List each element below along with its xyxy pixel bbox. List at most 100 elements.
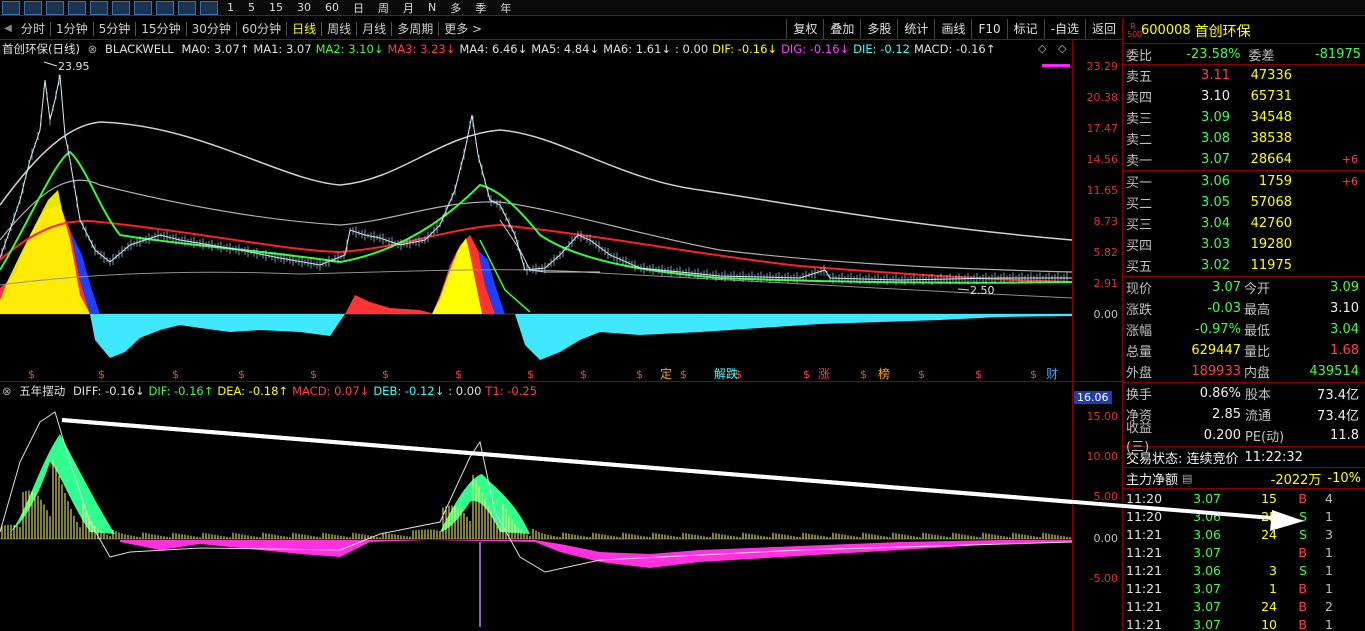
axis-label: 0.00 [1093,532,1119,545]
legend-item: DEB: -0.12↓ [373,384,445,398]
stock-header[interactable]: R 500 600008 首创环保 [1123,18,1365,44]
book-label: 卖一 [1126,154,1153,169]
book-row[interactable]: 卖二 3.08 38538 [1123,128,1365,149]
toolbar-icon[interactable] [134,0,152,15]
period-tab[interactable]: 多周期 [392,19,438,39]
event-mark: $ [918,368,925,381]
period-tab[interactable]: 60分钟 [237,19,286,39]
period-tab[interactable]: 分时 [16,19,50,39]
book-row[interactable]: 买一 3.06 1759 +6 [1123,171,1365,192]
collapse-icon[interactable]: ⊗ [2,384,12,398]
collapse-icon[interactable]: ⊗ [88,42,98,56]
event-mark: $ [1030,368,1037,381]
tick-row: 11:21 3.07 1 B 1 [1126,580,1333,596]
price-line [0,74,1072,281]
book-row[interactable]: 买五 3.02 11975 [1123,255,1365,276]
book-volume: 65731 [1250,89,1292,104]
toolbar-item[interactable]: 15 [269,1,283,14]
tool-button[interactable]: 多股 [860,18,897,39]
peak-label: 23.95 [58,60,90,73]
book-price: 3.03 [1201,237,1230,252]
toolbar-item[interactable]: 日 [353,0,364,15]
fund-row: 收益(三) 0.200 PE(动) 11.8 [1126,420,1359,455]
toolbar-item[interactable]: 60 [325,1,339,14]
quote-row: 涨幅 -0.97% 最低 3.04 [1126,322,1359,339]
toolbar-item[interactable]: 季 [475,0,486,15]
book-row[interactable]: 买三 3.04 42760 [1123,213,1365,234]
toolbar-icon[interactable] [68,0,86,15]
indicator-chart-canvas [0,411,1072,627]
tool-button[interactable]: 叠加 [823,18,860,39]
period-tab[interactable]: 5分钟 [94,19,136,39]
tool-button[interactable]: -自选 [1043,18,1085,39]
period-tab[interactable]: 月线 [357,19,391,39]
toolbar-icon[interactable] [178,0,196,15]
main-price-chart[interactable]: 首创环保(日线) ⊗ BLACKWELL MA0: 3.07↑ MA1: 3.07… [0,40,1122,382]
book-volume: 28664 [1250,152,1292,167]
ma-white-upper [0,121,1072,241]
drag-handle-icon[interactable]: ◀ [0,19,16,39]
event-mark: $ [636,368,643,381]
book-volume: 19280 [1250,237,1292,252]
legend-item: MACD: 0.07↓ [292,384,370,398]
menu-icon[interactable]: ▤ [1182,472,1192,485]
tool-button[interactable]: 统计 [897,18,934,39]
legend-item: MACD: -0.16↑ [913,42,996,56]
toolbar-item[interactable]: 多 [450,0,461,15]
book-row[interactable]: 买二 3.05 57068 [1123,192,1365,213]
period-tab[interactable]: 周线 [322,19,356,39]
book-row[interactable]: 卖五 3.11 47336 [1123,65,1365,86]
toolbar-item[interactable]: 30 [297,1,311,14]
legend-item: : 0.00 [675,42,709,56]
book-price: 3.04 [1201,216,1230,231]
legend-item: DIFF: -0.16↓ [72,384,145,398]
period-tab[interactable]: 日线 [287,19,321,39]
event-mark: $ [382,368,389,381]
toolbar-item[interactable]: 1 [227,1,234,14]
tick-list[interactable]: 11:20 3.07 15 B 4 11:20 3.06 25 S 1 11:21 3.06 24 S 3 1… [1123,489,1365,631]
period-tab[interactable]: 30分钟 [187,19,236,39]
period-tab[interactable]: 更多 > [439,19,487,39]
book-row[interactable]: 卖四 3.10 65731 [1123,86,1365,107]
price-axis: 23.29 20.38 17.47 14.56 11.65 8.73 5.82 2.91 0.0… [1072,40,1122,382]
indicator-chart[interactable]: ⊗ 五年摆动 DIFF: -0.16↓ DIF: -0.16↑ DEA: -0.18… [0,382,1122,631]
toolbar-icon[interactable] [112,0,130,15]
main-flow-row[interactable]: 主力净额 ▤ -2022万 -10% [1123,468,1365,489]
book-volume: 34548 [1250,110,1292,125]
toolbar-icon[interactable] [46,0,64,15]
toolbar-icon[interactable] [200,0,218,15]
tool-button[interactable]: 返回 [1084,18,1122,39]
axis-label: 20.38 [1086,91,1119,104]
event-mark: 解跌 [714,366,738,381]
ma-white-lower [0,179,1072,273]
book-change: +6 [1341,153,1358,166]
tool-button[interactable]: 标记 [1006,18,1044,39]
period-tab[interactable]: 1分钟 [51,19,93,39]
ma-green [0,150,1072,284]
axis-label: 10.00 [1086,450,1119,463]
axis-label: 15.00 [1086,410,1119,423]
book-price: 3.08 [1201,131,1230,146]
toolbar-item[interactable]: 周 [378,0,389,15]
legend-item: MA5: 4.84↓ [531,42,600,56]
axis-label: 5.82 [1093,246,1119,259]
event-mark: $ [172,368,179,381]
book-row[interactable]: 卖三 3.09 34548 [1123,107,1365,128]
tick-row: 11:21 3.07 24 B 2 [1126,598,1333,614]
toolbar-icon[interactable] [24,0,42,15]
toolbar-icon[interactable] [156,0,174,15]
toolbar-icon[interactable] [2,0,20,15]
toolbar-icon[interactable] [90,0,108,15]
toolbar-item[interactable]: 5 [248,1,255,14]
toolbar-item[interactable]: N [428,1,436,14]
tool-button[interactable]: 复权 [786,18,823,39]
book-row[interactable]: 买四 3.03 19280 [1123,234,1365,255]
toolbar-item[interactable]: 年 [500,0,511,15]
tool-button[interactable]: 画线 [934,18,971,39]
tool-button[interactable]: F10 [971,18,1006,39]
toolbar-item[interactable]: 月 [403,0,414,15]
book-row[interactable]: 卖一 3.07 28664 +6 [1123,149,1365,170]
low-pointer [957,288,970,291]
period-tab[interactable]: 15分钟 [136,19,185,39]
book-label: 卖四 [1126,91,1153,106]
